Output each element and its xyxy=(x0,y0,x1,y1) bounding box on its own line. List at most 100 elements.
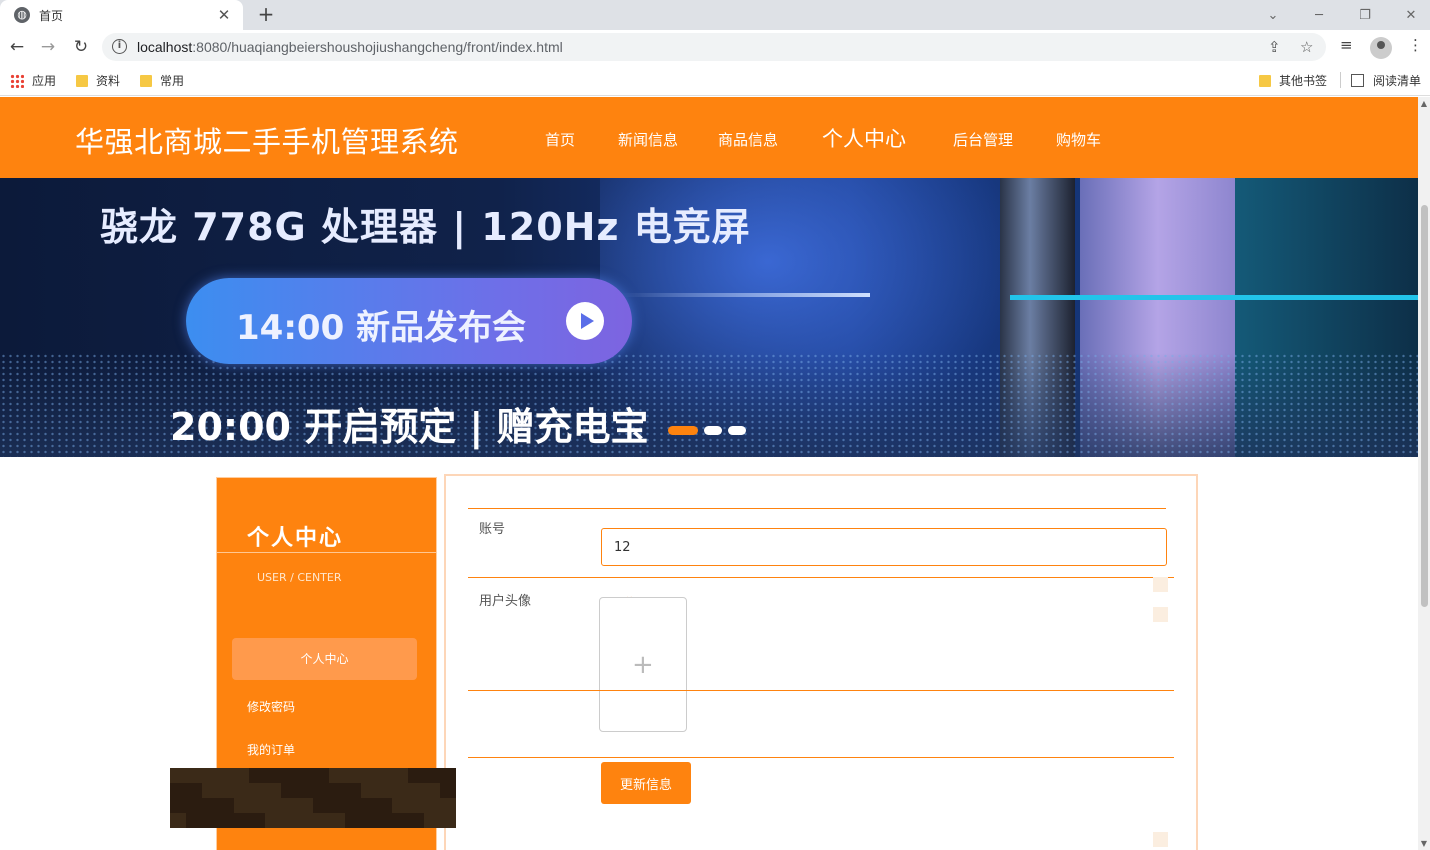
account-input[interactable] xyxy=(601,528,1167,566)
browser-tab[interactable]: ◍ 首页 ✕ xyxy=(0,0,243,30)
mosaic-cell xyxy=(344,768,361,783)
site-header: 华强北商城二手手机管理系统 首页 新闻信息 商品信息 个人中心 后台管理 购物车 xyxy=(0,97,1418,178)
pixelated-redaction xyxy=(170,768,456,828)
mosaic-cell xyxy=(360,783,377,798)
profile-avatar-icon[interactable] xyxy=(1370,37,1392,59)
mosaic-cell xyxy=(408,768,425,783)
bookmark-separator xyxy=(1340,72,1341,88)
form-divider xyxy=(468,508,1166,509)
bookmark-apps[interactable]: 应用 xyxy=(10,72,56,89)
scroll-up-icon[interactable]: ▲ xyxy=(1419,99,1429,108)
minimize-button[interactable]: ─ xyxy=(1296,0,1342,30)
share-icon[interactable]: ⇪ xyxy=(1268,38,1281,56)
mosaic-cell xyxy=(392,783,409,798)
mosaic-cell xyxy=(376,798,393,813)
sidebar-title: 个人中心 xyxy=(247,526,344,551)
back-icon[interactable]: ← xyxy=(5,35,29,59)
banner-subline: 20:00 开启预定 | 赠充电宝 xyxy=(170,405,649,449)
mosaic-cell xyxy=(424,768,441,783)
promo-banner-carousel[interactable]: 骁龙 778G 处理器 | 120Hz 电竞屏 14:00 新品发布会 20:0… xyxy=(0,178,1418,457)
banner-launch-pill: 14:00 新品发布会 xyxy=(186,278,632,364)
nav-cart[interactable]: 购物车 xyxy=(1056,129,1101,150)
folder-icon xyxy=(76,74,88,87)
banner-headline: 骁龙 778G 处理器 | 120Hz 电竞屏 xyxy=(100,205,751,249)
sidebar-item-change-password[interactable]: 修改密码 xyxy=(247,698,295,715)
nav-home[interactable]: 首页 xyxy=(545,129,575,150)
carousel-dot-2[interactable] xyxy=(704,426,722,435)
mosaic-cell xyxy=(185,783,202,798)
mosaic-cell xyxy=(185,798,202,813)
scroll-down-icon[interactable]: ▼ xyxy=(1419,839,1429,848)
new-tab-button[interactable]: + xyxy=(255,2,277,26)
close-tab-icon[interactable]: ✕ xyxy=(215,6,233,24)
bookmark-star-icon[interactable]: ☆ xyxy=(1300,38,1313,56)
url-text[interactable]: localhost:8080/huaqiangbeiershoushojiush… xyxy=(137,39,563,55)
account-field[interactable] xyxy=(602,529,1166,565)
sidebar-item-my-orders[interactable]: 我的订单 xyxy=(247,741,295,758)
mosaic-cell xyxy=(408,813,425,828)
mosaic-cell xyxy=(201,768,218,783)
scrollbar-thumb[interactable] xyxy=(1421,205,1428,607)
mosaic-cell xyxy=(265,813,282,828)
folder-icon xyxy=(140,74,152,87)
form-divider xyxy=(468,690,1174,691)
mosaic-cell xyxy=(265,768,282,783)
mosaic-cell xyxy=(185,813,202,828)
close-window-button[interactable]: ✕ xyxy=(1388,0,1430,30)
nav-news[interactable]: 新闻信息 xyxy=(618,129,678,150)
media-control-icon[interactable]: ≡ xyxy=(1340,36,1353,54)
carousel-dot-3[interactable] xyxy=(728,426,746,435)
mosaic-cell xyxy=(297,783,313,798)
mosaic-cell xyxy=(233,768,250,783)
mosaic-cell xyxy=(313,813,329,828)
mosaic-cell xyxy=(328,798,345,813)
mosaic-cell xyxy=(328,813,345,828)
tab-title: 首页 xyxy=(39,8,64,23)
mosaic-cell xyxy=(281,768,298,783)
forward-icon[interactable]: → xyxy=(36,35,60,59)
mosaic-cell xyxy=(344,813,361,828)
mosaic-cell xyxy=(217,768,234,783)
address-bar[interactable]: i localhost:8080/huaqiangbeiershoushojiu… xyxy=(102,33,1326,61)
mosaic-cell xyxy=(265,783,282,798)
account-label: 账号 xyxy=(479,522,506,537)
avatar-upload[interactable]: + xyxy=(599,597,687,732)
sidebar-item-user-center[interactable]: 个人中心 xyxy=(232,638,417,680)
mosaic-cell xyxy=(297,813,313,828)
carousel-dot-1[interactable] xyxy=(668,426,698,435)
mosaic-cell xyxy=(344,798,361,813)
mosaic-cell xyxy=(249,783,266,798)
bookmark-folder-changyong[interactable]: 常用 xyxy=(140,72,184,89)
mosaic-cell xyxy=(217,783,234,798)
site-info-icon[interactable]: i xyxy=(112,39,127,54)
update-info-button[interactable]: 更新信息 xyxy=(601,762,691,804)
banner-light-streak xyxy=(620,293,870,297)
mosaic-cell xyxy=(440,798,456,813)
apps-grid-icon xyxy=(10,73,24,88)
bookmark-other[interactable]: 其他书签 xyxy=(1259,72,1327,89)
mosaic-cell xyxy=(376,768,393,783)
restore-button[interactable]: ❐ xyxy=(1342,0,1388,30)
banner-pill-text: 14:00 新品发布会 xyxy=(236,308,527,348)
form-marker xyxy=(1153,832,1168,847)
browser-tab-strip: ◍ 首页 ✕ + ⌄ ─ ❐ ✕ xyxy=(0,0,1430,30)
mosaic-cell xyxy=(201,798,218,813)
mosaic-cell xyxy=(328,783,345,798)
mosaic-cell xyxy=(313,783,329,798)
mosaic-cell xyxy=(233,783,250,798)
menu-kebab-icon[interactable]: ⋮ xyxy=(1408,36,1423,54)
mosaic-cell xyxy=(217,813,234,828)
plus-icon: + xyxy=(632,650,654,680)
nav-user-center[interactable]: 个人中心 xyxy=(822,123,906,153)
reload-icon[interactable]: ↻ xyxy=(69,35,93,59)
bookmark-reading-list[interactable]: 阅读清单 xyxy=(1351,72,1421,89)
site-title: 华强北商城二手手机管理系统 xyxy=(75,125,459,159)
nav-products[interactable]: 商品信息 xyxy=(718,129,778,150)
tab-search-icon[interactable]: ⌄ xyxy=(1250,0,1296,30)
mosaic-cell xyxy=(376,813,393,828)
bookmark-folder-ziliao[interactable]: 资料 xyxy=(76,72,120,89)
mosaic-cell xyxy=(170,768,186,783)
mosaic-cell xyxy=(201,813,218,828)
folder-icon xyxy=(1259,74,1271,87)
nav-admin[interactable]: 后台管理 xyxy=(953,129,1013,150)
